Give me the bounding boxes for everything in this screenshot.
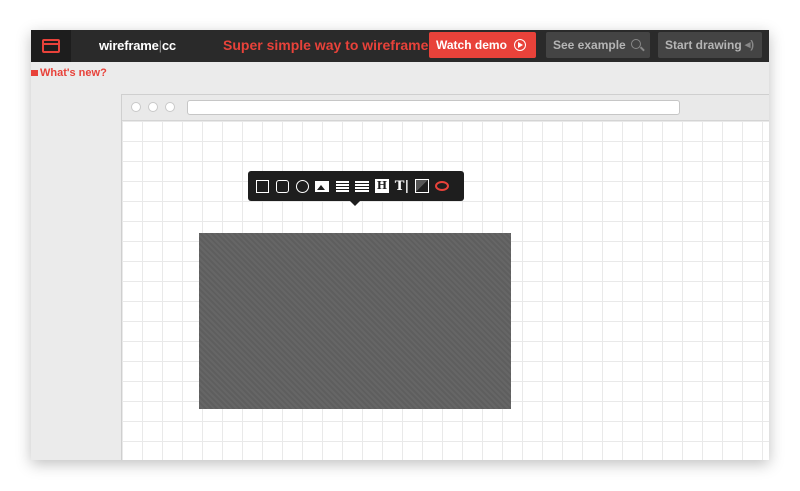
window-dot-icon [165,102,175,112]
paragraph-icon [335,180,349,192]
browser-mockup: H T| [121,94,769,460]
image-icon [315,180,329,192]
window-dot-icon [131,102,141,112]
heading-tool[interactable]: H [374,178,390,194]
start-drawing-button[interactable]: Start drawing ◂) [658,32,762,58]
selected-rectangle-shape[interactable] [199,233,511,409]
sign-in-icon: ◂) [744,39,754,51]
brand-suffix: cc [161,38,176,53]
window-icon [42,39,60,53]
rectangle-tool[interactable] [254,178,270,194]
watch-demo-label: Watch demo [436,38,507,52]
top-navigation-bar: wireframe|cc Super simple way to wirefra… [31,30,769,62]
speech-bubble-icon [435,181,449,191]
play-icon [514,39,526,51]
brand-name: wireframe [99,38,159,53]
list-tool[interactable] [354,178,370,194]
search-icon [631,39,641,49]
flag-icon [31,70,38,76]
circle-tool[interactable] [294,178,310,194]
brand-logo[interactable]: wireframe|cc [99,30,176,62]
url-bar[interactable] [187,100,680,115]
tagline: Super simple way to wireframe [223,37,429,53]
window-dot-icon [148,102,158,112]
paragraph-tool[interactable] [334,178,350,194]
text-tool[interactable]: T| [394,178,410,194]
app-window: wireframe|cc Super simple way to wirefra… [31,30,769,460]
menu-button[interactable] [31,30,71,62]
see-example-button[interactable]: See example [546,32,650,58]
whats-new-label: What's new? [40,67,107,79]
image-tool[interactable] [314,178,330,194]
text-cursor-icon: T| [394,178,410,194]
browser-chrome [122,95,769,121]
box-tool[interactable] [414,178,430,194]
rounded-rectangle-tool[interactable] [274,178,290,194]
box-icon [415,179,429,193]
start-drawing-label: Start drawing [665,38,742,52]
shape-toolbar: H T| [248,171,464,206]
lines-icon [355,180,369,192]
comment-tool[interactable] [434,178,450,194]
heading-icon: H [375,179,389,193]
square-icon [255,179,269,193]
drawing-canvas[interactable]: H T| [122,121,769,460]
circle-icon [295,179,309,193]
watch-demo-button[interactable]: Watch demo [429,32,536,58]
rounded-square-icon [275,179,289,193]
see-example-label: See example [553,38,626,52]
whats-new-link[interactable]: What's new? [31,66,107,80]
